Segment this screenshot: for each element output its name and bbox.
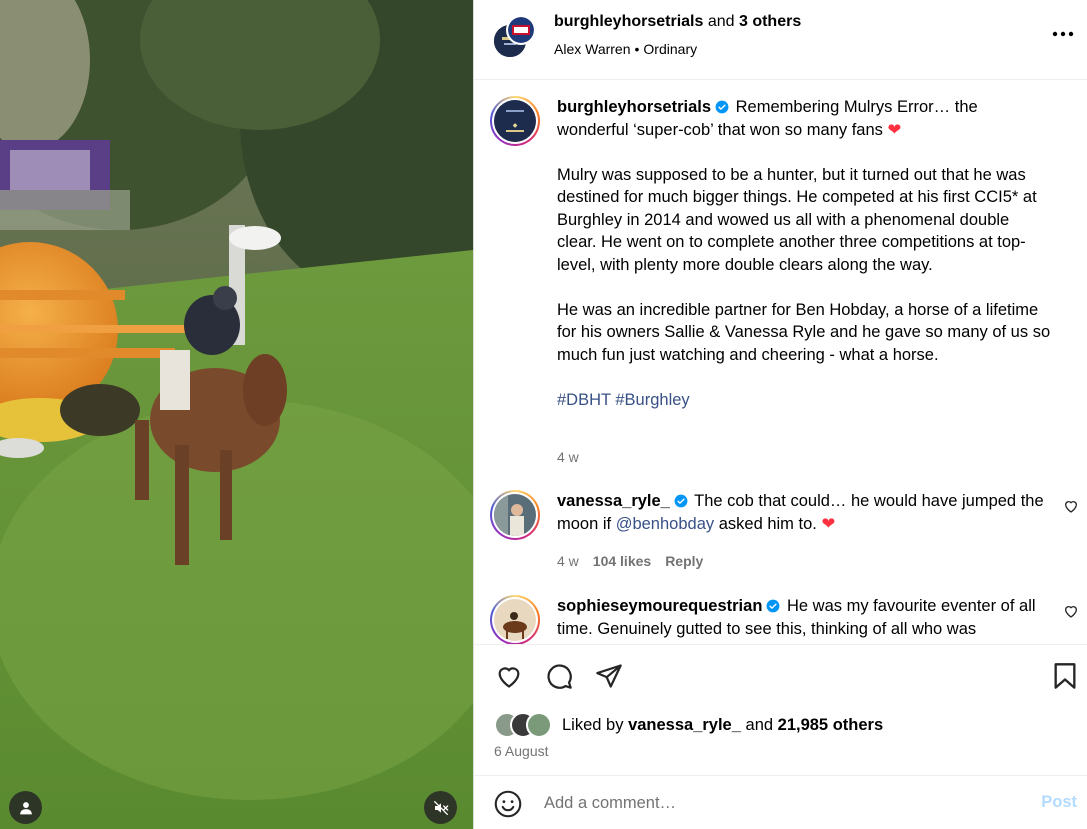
comment-avatar[interactable] <box>490 490 540 540</box>
verified-badge-icon <box>766 599 780 613</box>
audio-track[interactable]: Ordinary <box>643 41 697 57</box>
comments-list[interactable]: ◆ burghleyhorsetrials Remembering Mulrys… <box>474 80 1087 644</box>
mention-link[interactable]: @benhobday <box>616 515 714 533</box>
like-button[interactable] <box>494 661 524 691</box>
verified-badge-icon <box>715 100 729 114</box>
header-others[interactable]: 3 others <box>739 13 801 30</box>
comment-text: sophieseymourequestrian He was my favour… <box>557 595 1051 640</box>
video-player[interactable] <box>0 0 473 829</box>
likes-user[interactable]: vanessa_ryle_ <box>628 716 741 735</box>
share-button[interactable] <box>594 661 624 691</box>
caption-text: burghleyhorsetrials Remembering Mulrys E… <box>557 96 1051 411</box>
likes-summary[interactable]: Liked by vanessa_ryle_ and 21,985 others <box>494 712 883 738</box>
hashtags-link[interactable]: #DBHT #Burghley <box>557 391 690 409</box>
header-title: burghleyhorsetrials and 3 others <box>554 13 801 31</box>
post-date[interactable]: 6 August <box>494 743 549 759</box>
emoji-smile-icon[interactable] <box>494 790 522 818</box>
audio-artist[interactable]: Alex Warren <box>554 41 631 57</box>
speech-bubble-icon <box>547 664 572 689</box>
actions-bar: Liked by vanessa_ryle_ and 21,985 others… <box>474 644 1087 759</box>
likes-prefix: Liked by <box>562 715 624 734</box>
reply-button[interactable]: Reply <box>665 553 703 569</box>
svg-text:◆: ◆ <box>513 122 518 129</box>
comment-username[interactable]: sophieseymourequestrian <box>557 597 762 615</box>
caption-meta: 4 w <box>557 449 593 465</box>
bookmark-icon <box>1054 663 1076 689</box>
mute-toggle-button[interactable] <box>424 791 457 824</box>
more-options-button[interactable] <box>1051 22 1075 46</box>
likers-avatars <box>494 712 558 738</box>
more-horizontal-icon <box>1052 31 1074 37</box>
caption-username[interactable]: burghleyhorsetrials <box>557 98 711 116</box>
avatar <box>506 15 536 45</box>
comment-time[interactable]: 4 w <box>557 553 579 569</box>
avatar <box>526 712 552 738</box>
post-details-panel: burghleyhorsetrials and 3 others Alex Wa… <box>473 0 1087 829</box>
collaborator-avatars[interactable] <box>492 15 538 59</box>
likes-others[interactable]: 21,985 others <box>778 716 883 735</box>
save-button[interactable] <box>1050 661 1080 691</box>
header-username[interactable]: burghleyhorsetrials <box>554 13 703 30</box>
comment-avatar[interactable] <box>490 595 540 644</box>
heart-outline-icon[interactable] <box>1063 603 1079 619</box>
speaker-muted-icon <box>433 800 448 815</box>
verified-badge-icon <box>674 494 688 508</box>
caption-paragraph-2: He was an incredible partner for Ben Hob… <box>557 300 1051 364</box>
post-button[interactable]: Post <box>1041 793 1077 812</box>
paper-plane-icon <box>596 664 622 688</box>
post-header: burghleyhorsetrials and 3 others Alex Wa… <box>474 0 1087 80</box>
comment-button[interactable] <box>544 661 574 691</box>
heart-emoji: ❤ <box>887 120 902 139</box>
post-modal: burghleyhorsetrials and 3 others Alex Wa… <box>0 0 1087 829</box>
video-frame <box>0 0 473 829</box>
comment-input[interactable] <box>544 790 994 816</box>
tagged-users-button[interactable] <box>9 791 42 824</box>
header-and: and <box>707 13 735 30</box>
heart-outline-icon <box>498 667 520 688</box>
add-comment-bar: Post <box>474 775 1087 829</box>
comment-text: vanessa_ryle_ The cob that could… he wou… <box>557 490 1051 535</box>
caption-time[interactable]: 4 w <box>557 449 579 465</box>
audio-attribution: Alex Warren • Ordinary <box>554 41 697 57</box>
user-tag-icon <box>19 801 32 814</box>
caption-paragraph-1: Mulry was supposed to be a hunter, but i… <box>557 165 1037 274</box>
separator: • <box>634 41 640 57</box>
comment-body-end: asked him to. <box>718 514 817 533</box>
comment-username[interactable]: vanessa_ryle_ <box>557 492 670 510</box>
heart-emoji: ❤ <box>821 514 836 533</box>
caption-avatar[interactable]: ◆ <box>490 96 540 146</box>
likes-conj: and <box>745 715 774 734</box>
comment-likes[interactable]: 104 likes <box>593 553 651 569</box>
heart-outline-icon[interactable] <box>1063 498 1079 514</box>
comment-meta: 4 w 104 likes Reply <box>557 553 717 569</box>
